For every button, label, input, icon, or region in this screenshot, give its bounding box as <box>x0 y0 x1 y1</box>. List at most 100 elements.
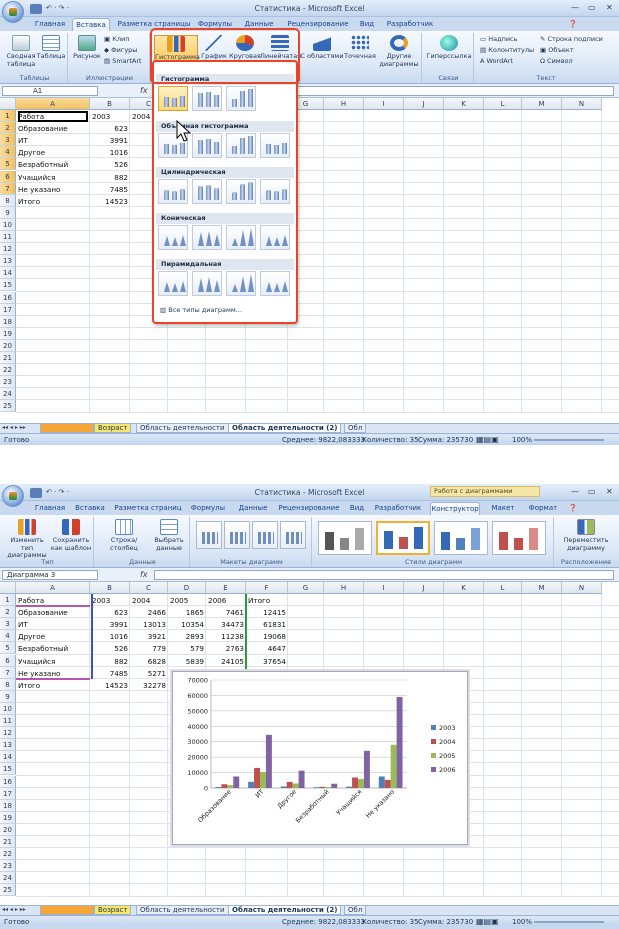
row-header[interactable]: 22 <box>0 848 16 861</box>
cell[interactable]: 6828 <box>132 656 166 667</box>
cell[interactable]: Образование <box>18 123 88 134</box>
row-header[interactable]: 17 <box>0 787 16 800</box>
cell[interactable]: 5839 <box>170 656 204 667</box>
cone-thumb[interactable] <box>226 225 256 250</box>
cell[interactable]: 24105 <box>208 656 244 667</box>
sheet-tab-hidden[interactable] <box>40 906 94 915</box>
cell[interactable]: 623 <box>92 123 128 134</box>
row-header[interactable]: 21 <box>0 836 16 849</box>
row-header[interactable]: 12 <box>0 243 16 256</box>
cell[interactable]: 3991 <box>92 135 128 146</box>
hyperlink-button[interactable]: Гиперссылка <box>426 35 472 61</box>
cell[interactable]: 3991 <box>92 619 128 630</box>
column-header[interactable]: H <box>324 582 364 594</box>
column-header[interactable]: D <box>168 582 206 594</box>
row-header[interactable]: 14 <box>0 751 16 764</box>
histogram-3d-thumb[interactable] <box>192 133 222 158</box>
cell[interactable]: 10354 <box>170 619 204 630</box>
row-header[interactable]: 19 <box>0 327 16 340</box>
cell[interactable]: 1016 <box>92 631 128 642</box>
sheet-nav-icon[interactable]: ◂◂ ◂ ▸ ▸▸ <box>2 906 26 913</box>
row-header[interactable]: 24 <box>0 388 16 401</box>
row-header[interactable]: 17 <box>0 303 16 316</box>
cell[interactable]: 2893 <box>170 631 204 642</box>
sheet-tab-age[interactable]: Возраст <box>94 424 132 433</box>
signature-line-button[interactable]: ✎ Строка подписи <box>540 35 614 44</box>
row-header[interactable]: 8 <box>0 678 16 691</box>
column-header[interactable]: N <box>562 582 602 594</box>
sheet-tab-age[interactable]: Возраст <box>94 906 132 915</box>
change-chart-type-button[interactable]: Изменить тип диаграммы <box>4 519 50 560</box>
cone-thumb[interactable] <box>192 225 222 250</box>
smartart-button[interactable]: ▤ SmartArt <box>104 57 148 66</box>
cell[interactable]: 1865 <box>170 607 204 618</box>
cell[interactable]: ИТ <box>18 135 88 146</box>
row-header[interactable]: 13 <box>0 255 16 268</box>
cell[interactable]: Другое <box>18 631 88 642</box>
tab-formulas[interactable]: Формулы <box>188 502 228 515</box>
cell[interactable]: 882 <box>92 172 128 183</box>
help-icon[interactable]: ❓ <box>568 502 578 515</box>
column-header[interactable]: C <box>130 582 168 594</box>
chart-style-thumb[interactable] <box>376 521 430 555</box>
cell[interactable]: 2763 <box>208 643 244 654</box>
cell[interactable]: 2003 <box>92 111 128 122</box>
row-header[interactable]: 1 <box>0 110 16 123</box>
cell[interactable]: 526 <box>92 643 128 654</box>
column-header[interactable]: J <box>404 582 444 594</box>
sheet-tab-hidden[interactable] <box>40 424 94 433</box>
sheet-nav-icon[interactable]: ◂◂ ◂ ▸ ▸▸ <box>2 424 26 431</box>
row-header[interactable]: 20 <box>0 339 16 352</box>
row-header[interactable]: 6 <box>0 654 16 667</box>
maximize-icon[interactable]: ▭ <box>588 487 596 496</box>
row-header[interactable]: 3 <box>0 134 16 147</box>
row-header[interactable]: 3 <box>0 618 16 631</box>
cell[interactable]: Итого <box>18 196 88 207</box>
column-header[interactable]: J <box>404 98 444 110</box>
cell[interactable]: Работа <box>18 111 88 123</box>
row-header[interactable]: 18 <box>0 315 16 328</box>
headers-button[interactable]: ▤ Колонтитулы <box>480 46 540 55</box>
row-header[interactable]: 22 <box>0 364 16 377</box>
row-header[interactable]: 1 <box>0 594 16 607</box>
maximize-icon[interactable]: ▭ <box>588 3 596 12</box>
column-header[interactable]: F <box>246 582 288 594</box>
histogram-thumb[interactable] <box>226 86 256 111</box>
cell[interactable]: Не указано <box>18 184 88 195</box>
cell[interactable]: 5271 <box>132 668 166 679</box>
histogram-thumb[interactable] <box>158 86 188 111</box>
tab-view[interactable]: Вид <box>356 18 378 31</box>
tab-data[interactable]: Данные <box>234 502 272 515</box>
tab-developer[interactable]: Разработчик <box>386 18 434 31</box>
cell[interactable]: Итого <box>18 680 88 691</box>
row-header[interactable]: 15 <box>0 279 16 292</box>
all-chart-types-link[interactable]: ▥ Все типы диаграмм... <box>160 306 242 314</box>
table-button[interactable]: Таблица <box>36 35 66 61</box>
textbox-button[interactable]: ▭ Надпись <box>480 35 540 44</box>
cell[interactable]: 2004 <box>132 595 166 606</box>
cell[interactable]: 14523 <box>92 196 128 207</box>
cell[interactable]: 13013 <box>132 619 166 630</box>
minimize-icon[interactable]: — <box>571 3 579 12</box>
cell[interactable]: 61831 <box>248 619 286 630</box>
row-header[interactable]: 2 <box>0 122 16 135</box>
column-header[interactable]: M <box>522 98 562 110</box>
row-header[interactable]: 2 <box>0 606 16 619</box>
switch-row-column-button[interactable]: Строка/столбец <box>98 519 150 552</box>
row-header[interactable]: 8 <box>0 194 16 207</box>
help-icon[interactable]: ❓ <box>568 18 578 31</box>
cell[interactable]: ИТ <box>18 619 88 630</box>
cell[interactable]: 579 <box>170 643 204 654</box>
area-chart-button[interactable]: С областями <box>300 35 344 61</box>
cell[interactable]: 3921 <box>132 631 166 642</box>
row-header[interactable]: 12 <box>0 727 16 740</box>
cell[interactable]: Учащийся <box>18 656 88 667</box>
row-header[interactable]: 5 <box>0 642 16 655</box>
cell[interactable]: 12415 <box>248 607 286 618</box>
pyramid-thumb[interactable] <box>158 271 188 296</box>
cell[interactable]: Образование <box>18 607 88 618</box>
cell[interactable]: 2006 <box>208 595 244 606</box>
worksheet-grid[interactable]: ABCDEFGHIJKLMN12345678910111213141516171… <box>0 98 619 425</box>
chart-layout-thumb[interactable] <box>196 521 222 549</box>
chart-layout-thumb[interactable] <box>252 521 278 549</box>
